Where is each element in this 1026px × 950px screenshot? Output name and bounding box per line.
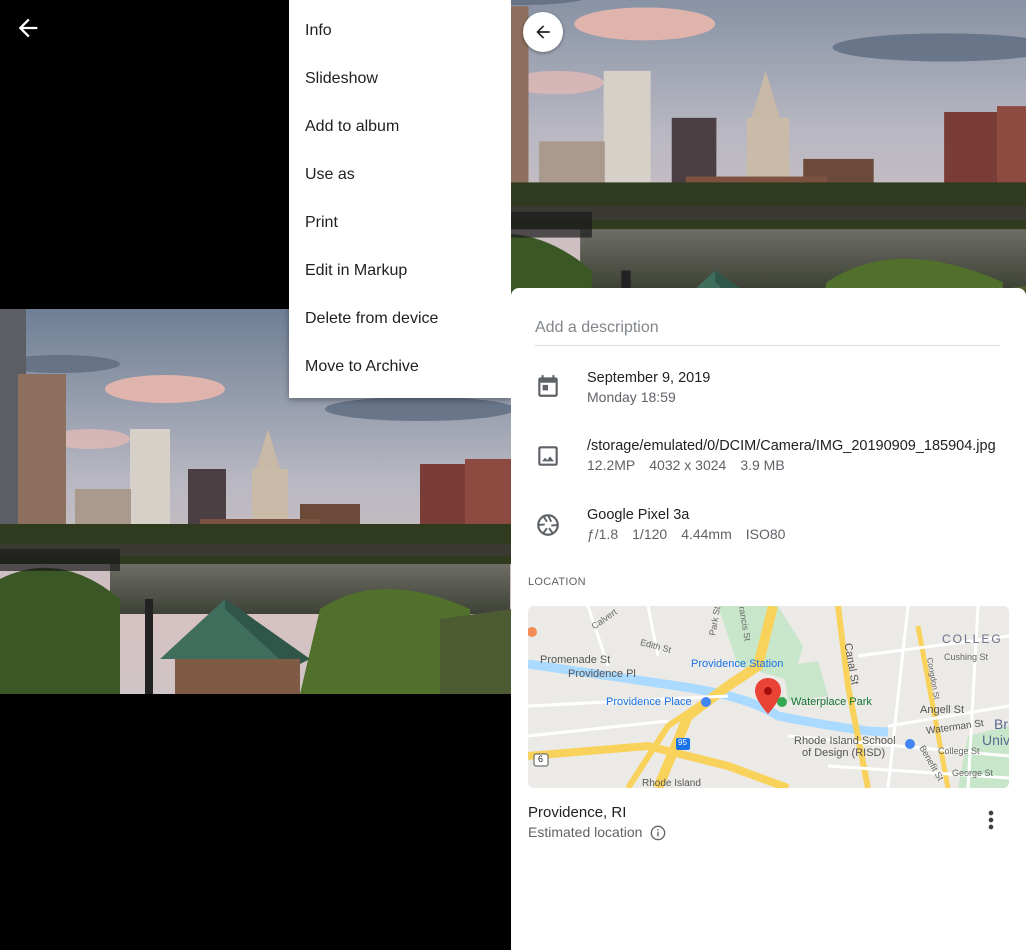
more-vert-icon[interactable] <box>977 804 1005 836</box>
map-label-route-6: 6 <box>538 754 544 764</box>
aperture-icon <box>537 514 559 536</box>
camera-model: Google Pixel 3a <box>587 507 690 523</box>
overflow-menu: Info Slideshow Add to album Use as Print… <box>289 0 511 398</box>
date-subtitle: Monday 18:59 <box>587 389 676 405</box>
map-label-risd-2: of Design (RISD) <box>802 747 886 759</box>
location-section-label: LOCATION <box>528 576 586 588</box>
aperture: ƒ/1.8 <box>587 526 619 542</box>
map-label-route-95: 95 <box>678 738 687 747</box>
megapixels: 12.2MP <box>587 457 636 473</box>
menu-item-add-to-album[interactable]: Add to album <box>289 103 511 151</box>
photo-viewer: Info Slideshow Add to album Use as Print… <box>0 0 511 950</box>
map-label-college: COLLEG <box>942 632 1003 646</box>
info-icon[interactable] <box>650 825 666 841</box>
back-button[interactable] <box>523 12 563 52</box>
focal-length: 4.44mm <box>681 526 732 542</box>
map-label-waterplace-park: Waterplace Park <box>791 696 872 708</box>
location-title: Providence, RI <box>528 804 627 821</box>
map-label-risd-1: Rhode Island School <box>794 735 896 747</box>
iso: ISO80 <box>745 526 786 542</box>
file-size: 3.9 MB <box>740 457 785 473</box>
file-path: /storage/emulated/0/DCIM/Camera/IMG_2019… <box>587 438 996 454</box>
menu-item-use-as[interactable]: Use as <box>289 151 511 199</box>
shutter-speed: 1/120 <box>632 526 668 542</box>
map-label-providence-pl: Providence Pl <box>568 668 636 680</box>
image-icon <box>538 446 558 466</box>
map-label-providence-station: Providence Station <box>691 658 784 670</box>
description-input[interactable] <box>535 311 1000 346</box>
map-label-george-st: George St <box>952 768 994 778</box>
map-label-promenade: Promenade St <box>540 654 611 666</box>
photo-info-view: September 9, 2019 Monday 18:59 /storage/… <box>511 0 1026 950</box>
menu-item-slideshow[interactable]: Slideshow <box>289 55 511 103</box>
info-sheet: September 9, 2019 Monday 18:59 /storage/… <box>511 288 1026 950</box>
menu-item-move-to-archive[interactable]: Move to Archive <box>289 343 511 391</box>
menu-item-info[interactable]: Info <box>289 7 511 55</box>
map-label-college-st: College St <box>938 746 980 756</box>
location-map[interactable]: COLLEG Cushing St Promenade St Providenc… <box>528 606 1009 788</box>
menu-item-print[interactable]: Print <box>289 199 511 247</box>
menu-item-edit-in-markup[interactable]: Edit in Markup <box>289 247 511 295</box>
map-label-cushing: Cushing St <box>944 652 989 662</box>
map-label-angell-st: Angell St <box>920 704 965 716</box>
calendar-icon <box>538 375 558 397</box>
camera-settings: ƒ/1.8 1/120 4.44mm ISO80 <box>587 526 799 542</box>
menu-item-delete-from-device[interactable]: Delete from device <box>289 295 511 343</box>
date-title: September 9, 2019 <box>587 370 711 386</box>
map-label-br: Br <box>994 716 1008 732</box>
map-label-providence-place: Providence Place <box>606 696 692 708</box>
map-label-rhode-island: Rhode Island <box>642 778 701 788</box>
resolution: 4032 x 3024 <box>649 457 727 473</box>
location-subtitle: Estimated location <box>528 824 643 840</box>
map-label-univ: Univ <box>982 732 1009 748</box>
back-arrow-icon[interactable] <box>14 14 42 42</box>
arrow-back-icon <box>536 25 550 39</box>
file-details: 12.2MP 4032 x 3024 3.9 MB <box>587 457 799 473</box>
